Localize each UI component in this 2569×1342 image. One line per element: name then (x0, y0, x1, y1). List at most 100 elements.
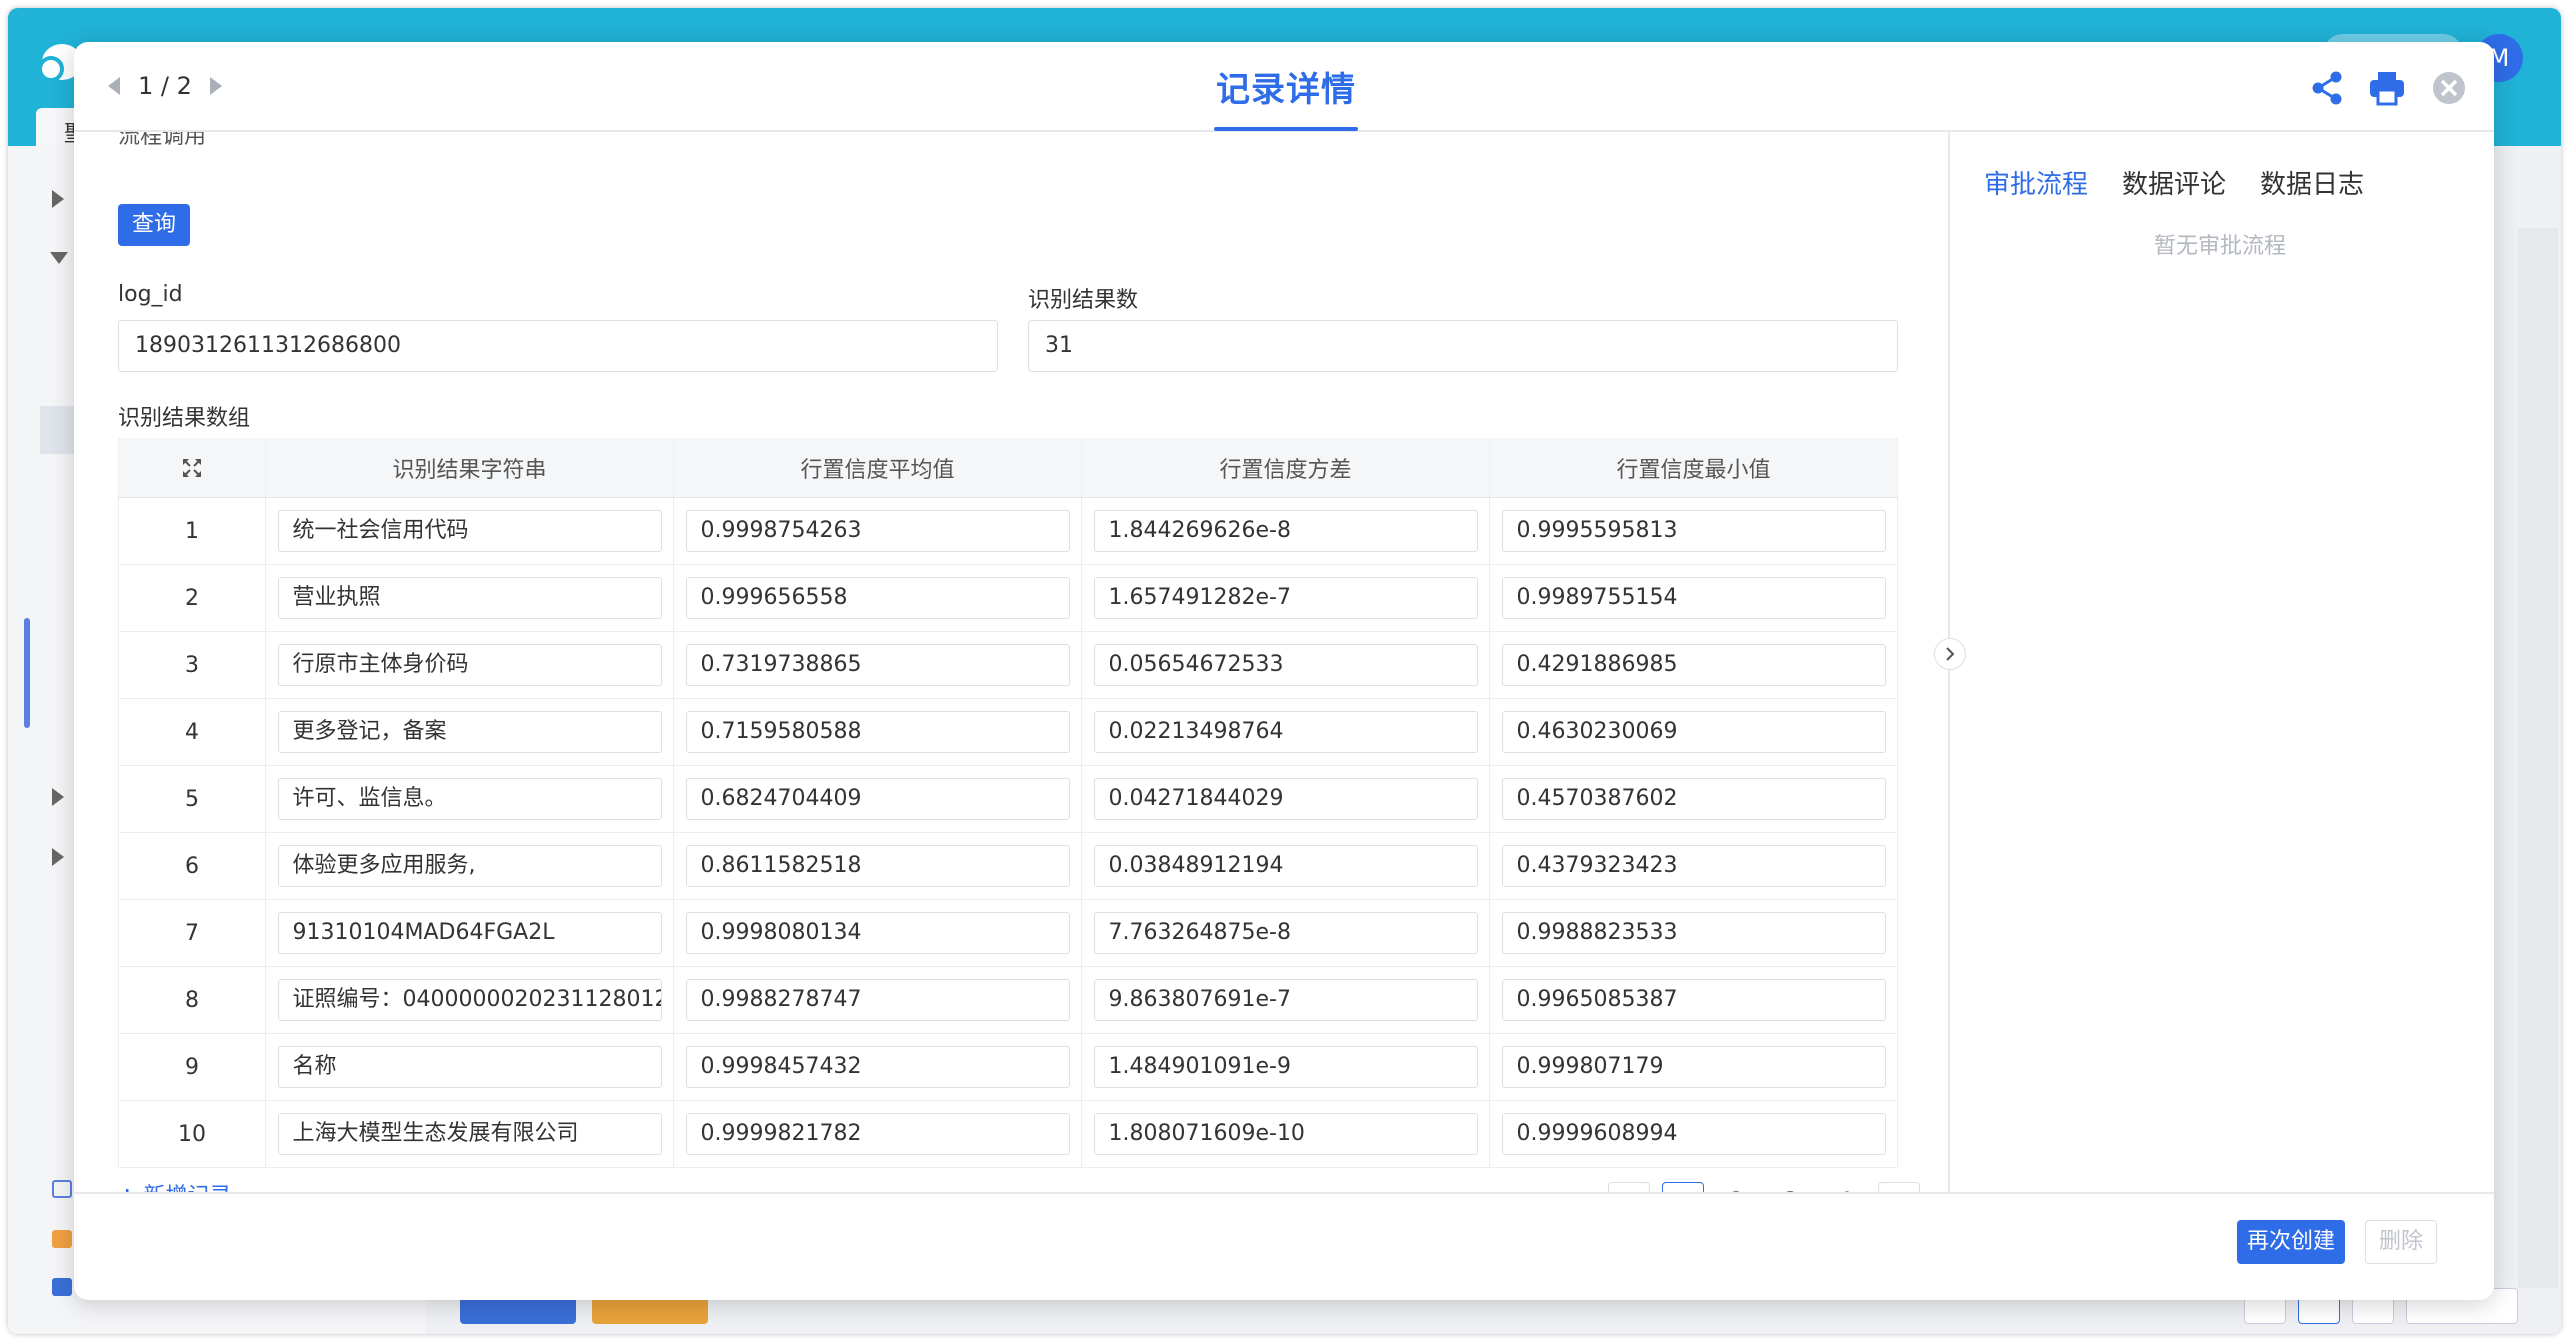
confidence-avg-input[interactable]: 0.9998457432 (685, 1046, 1070, 1088)
row-number: 10 (118, 1101, 266, 1167)
confidence-var-input[interactable]: 0.05654672533 (1093, 644, 1478, 686)
table-row: 4 更多登记，备案 0.7159580588 0.02213498764 0.4… (118, 699, 1898, 766)
confidence-avg-input[interactable]: 0.9999821782 (685, 1113, 1070, 1155)
sidebar-expand-icon[interactable] (52, 190, 64, 208)
table-row: 3 行原市主体身价码 0.7319738865 0.05654672533 0.… (118, 632, 1898, 699)
log-id-label: log_id (118, 282, 183, 307)
tab-data-log[interactable]: 数据日志 (2260, 164, 2364, 201)
prev-page-button[interactable] (1608, 1182, 1650, 1192)
table-row: 2 营业执照 0.999656558 1.657491282e-7 0.9989… (118, 565, 1898, 632)
confidence-avg-input[interactable]: 0.9988278747 (685, 979, 1070, 1021)
table-row: 7 91310104MAD64FGA2L 0.9998080134 7.7632… (118, 900, 1898, 967)
confidence-min-input[interactable]: 0.9999608994 (1501, 1113, 1886, 1155)
page-2-button[interactable]: 2 (1716, 1182, 1758, 1192)
print-icon[interactable] (2367, 68, 2407, 108)
right-panel-tabs: 审批流程 数据评论 数据日志 (1984, 164, 2364, 201)
confidence-avg-input[interactable]: 0.9998080134 (685, 912, 1070, 954)
collapse-panel-button[interactable] (1934, 638, 1966, 670)
table-row: 10 上海大模型生态发展有限公司 0.9999821782 1.80807160… (118, 1101, 1898, 1168)
confidence-min-input[interactable]: 0.9989755154 (1501, 577, 1886, 619)
sidebar-collapse-icon[interactable] (50, 252, 68, 264)
folder-icon[interactable] (52, 1278, 72, 1296)
bg-right-column (2518, 228, 2558, 1288)
confidence-var-input[interactable]: 9.863807691e-7 (1093, 979, 1478, 1021)
share-icon[interactable] (2307, 68, 2347, 108)
log-id-field[interactable]: 1890312611312686800 (118, 320, 998, 372)
confidence-var-input[interactable]: 0.04271844029 (1093, 778, 1478, 820)
table-row: 8 证照编号：04000000202311280121 0.9988278747… (118, 967, 1898, 1034)
prev-record-icon[interactable] (108, 77, 120, 95)
close-icon[interactable] (2429, 68, 2469, 108)
next-page-button[interactable] (1878, 1182, 1920, 1192)
confidence-avg-input[interactable]: 0.8611582518 (685, 845, 1070, 887)
recreate-button[interactable]: 再次创建 (2237, 1220, 2345, 1264)
sidebar-expand-icon[interactable] (52, 848, 64, 866)
confidence-var-input[interactable]: 1.484901091e-9 (1093, 1046, 1478, 1088)
sidebar-expand-icon[interactable] (52, 788, 64, 806)
column-header: 行置信度平均值 (674, 438, 1082, 497)
sidebar-scrollbar[interactable] (24, 618, 30, 728)
column-header: 识别结果字符串 (266, 438, 674, 497)
page-1-button[interactable]: 1 (1662, 1182, 1704, 1192)
confidence-min-input[interactable]: 0.4630230069 (1501, 711, 1886, 753)
section-label-flow: 流程调用 (118, 132, 207, 149)
confidence-min-input[interactable]: 0.9988823533 (1501, 912, 1886, 954)
expand-table-button[interactable] (118, 438, 266, 497)
confidence-var-input[interactable]: 1.657491282e-7 (1093, 577, 1478, 619)
confidence-var-input[interactable]: 7.763264875e-8 (1093, 912, 1478, 954)
row-number: 3 (118, 632, 266, 698)
confidence-avg-input[interactable]: 0.6824704409 (685, 778, 1070, 820)
table-row: 5 许可、监信息。 0.6824704409 0.04271844029 0.4… (118, 766, 1898, 833)
confidence-min-input[interactable]: 0.9995595813 (1501, 510, 1886, 552)
confidence-min-input[interactable]: 0.4570387602 (1501, 778, 1886, 820)
page-3-button[interactable]: 3 (1770, 1182, 1812, 1192)
add-record-label: 新增记录 (143, 1184, 231, 1192)
result-text-input[interactable]: 许可、监信息。 (277, 778, 662, 820)
chevron-right-icon (1946, 647, 1955, 661)
footer-divider (74, 1192, 2494, 1194)
confidence-min-input[interactable]: 0.9965085387 (1501, 979, 1886, 1021)
confidence-avg-input[interactable]: 0.7159580588 (685, 711, 1070, 753)
result-text-input[interactable]: 更多登记，备案 (277, 711, 662, 753)
confidence-avg-input[interactable]: 0.9998754263 (685, 510, 1070, 552)
result-text-input[interactable]: 营业执照 (277, 577, 662, 619)
table-row: 1 统一社会信用代码 0.9998754263 1.844269626e-8 0… (118, 498, 1898, 565)
modal-header: 1 / 2 记录详情 (74, 42, 2494, 132)
delete-button[interactable]: 删除 (2365, 1220, 2437, 1264)
empty-approval-text: 暂无审批流程 (2154, 234, 2287, 259)
query-button[interactable]: 查询 (118, 204, 190, 246)
tab-approval-flow[interactable]: 审批流程 (1984, 164, 2088, 201)
next-record-icon[interactable] (209, 77, 222, 95)
confidence-var-input[interactable]: 0.03848912194 (1093, 845, 1478, 887)
record-detail-modal: 1 / 2 记录详情 流程调用 查询 log_id 18903126113126… (74, 42, 2494, 1300)
add-record-button[interactable]: + 新增记录 (118, 1178, 231, 1192)
result-text-input[interactable]: 名称 (277, 1046, 662, 1088)
result-text-input[interactable]: 体验更多应用服务, (277, 845, 662, 887)
result-text-input[interactable]: 上海大模型生态发展有限公司 (277, 1113, 662, 1155)
confidence-avg-input[interactable]: 0.7319738865 (685, 644, 1070, 686)
confidence-min-input[interactable]: 0.4291886985 (1501, 644, 1886, 686)
confidence-avg-input[interactable]: 0.999656558 (685, 577, 1070, 619)
table-icon[interactable] (52, 1230, 72, 1248)
form-icon[interactable] (52, 1180, 72, 1198)
result-text-input[interactable]: 统一社会信用代码 (277, 510, 662, 552)
row-number: 1 (118, 498, 266, 564)
result-text-input[interactable]: 91310104MAD64FGA2L (277, 912, 662, 954)
record-form: 流程调用 查询 log_id 1890312611312686800 识别结果数… (74, 132, 1948, 1192)
table-header: 识别结果字符串 行置信度平均值 行置信度方差 行置信度最小值 (118, 438, 1898, 498)
confidence-var-input[interactable]: 1.844269626e-8 (1093, 510, 1478, 552)
confidence-min-input[interactable]: 0.999807179 (1501, 1046, 1886, 1088)
tab-data-comments[interactable]: 数据评论 (2122, 164, 2226, 201)
confidence-var-input[interactable]: 0.02213498764 (1093, 711, 1478, 753)
confidence-var-input[interactable]: 1.808071609e-10 (1093, 1113, 1478, 1155)
row-number: 6 (118, 833, 266, 899)
result-text-input[interactable]: 证照编号：04000000202311280121 (277, 979, 662, 1021)
confidence-min-input[interactable]: 0.4379323423 (1501, 845, 1886, 887)
table-row: 6 体验更多应用服务, 0.8611582518 0.03848912194 0… (118, 833, 1898, 900)
result-text-input[interactable]: 行原市主体身价码 (277, 644, 662, 686)
expand-icon (183, 458, 201, 477)
page-4-button[interactable]: 4 (1824, 1182, 1866, 1192)
row-number: 5 (118, 766, 266, 832)
result-count-field[interactable]: 31 (1028, 320, 1898, 372)
title-underline (1214, 127, 1358, 131)
